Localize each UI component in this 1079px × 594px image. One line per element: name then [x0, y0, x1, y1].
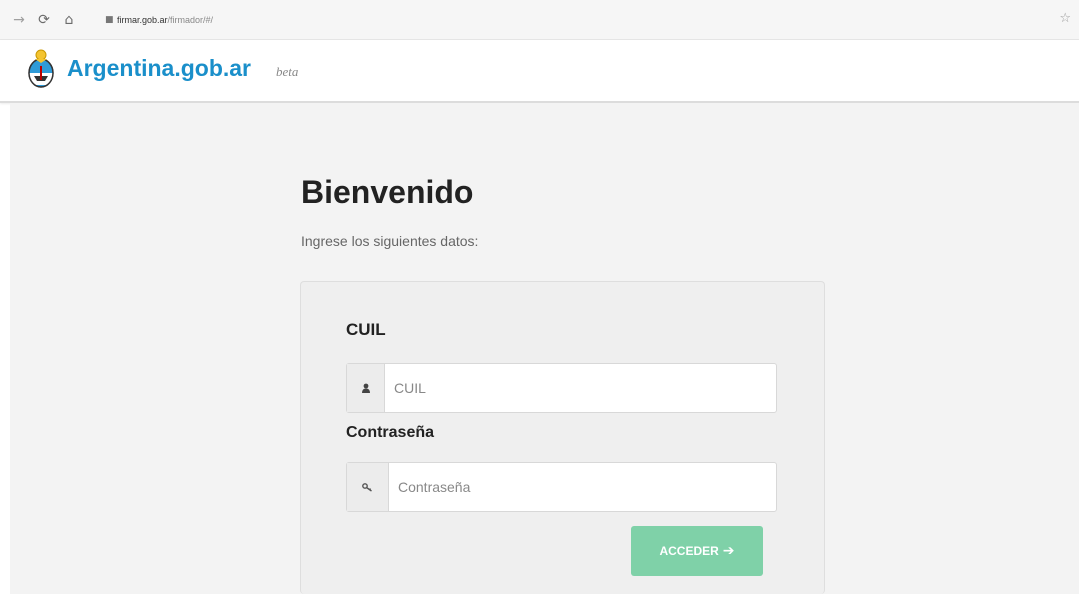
home-icon[interactable]: ⌂ — [60, 11, 78, 29]
address-bar[interactable]: ■ firmar.gob.ar/firmador/#/ — [105, 8, 1045, 32]
cuil-input-group — [346, 363, 777, 413]
key-icon — [347, 463, 389, 511]
beta-badge: beta — [276, 64, 299, 79]
coat-of-arms-icon[interactable] — [25, 46, 57, 90]
cuil-label: CUIL — [346, 320, 386, 339]
user-icon — [347, 364, 385, 412]
site-header: Argentina.gob.ar beta — [0, 40, 1079, 103]
acceder-button[interactable]: ACCEDER ➔ — [631, 526, 763, 576]
site-title[interactable]: Argentina.gob.ar — [67, 55, 251, 82]
password-input-group — [346, 462, 777, 512]
star-icon[interactable]: ☆ — [1059, 11, 1071, 26]
password-label: Contraseña — [346, 424, 435, 441]
page-title: Bienvenido — [301, 174, 474, 210]
url-host: firmar.gob.ar — [117, 15, 168, 25]
password-input[interactable] — [389, 463, 776, 511]
browser-toolbar: → ⟳ ⌂ ■ firmar.gob.ar/firmador/#/ ☆ — [0, 0, 1079, 40]
forward-icon[interactable]: → — [10, 11, 28, 29]
reload-icon[interactable]: ⟳ — [35, 11, 53, 29]
lock-icon: ■ — [105, 15, 114, 25]
url-path: /firmador/#/ — [167, 15, 214, 25]
cuil-input[interactable] — [385, 364, 776, 412]
acceder-button-label: ACCEDER — [659, 544, 719, 558]
arrow-right-icon: ➔ — [722, 543, 735, 559]
page-subtitle: Ingrese los siguientes datos: — [301, 233, 479, 249]
